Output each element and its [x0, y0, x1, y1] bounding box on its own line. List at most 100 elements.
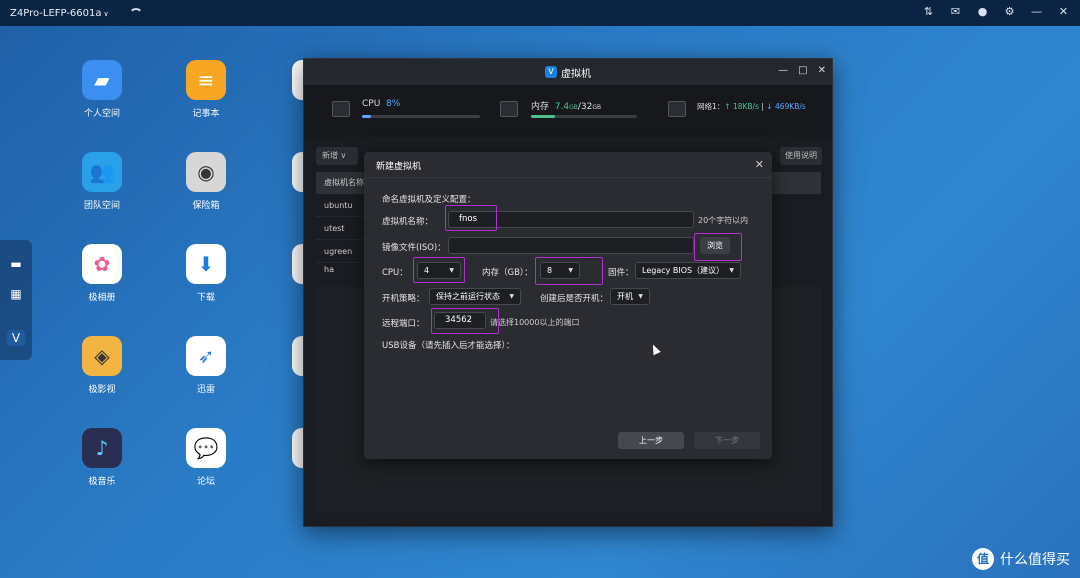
close-icon[interactable]: ✕	[755, 158, 764, 171]
app-xunlei[interactable]: ➶ 迅雷	[171, 336, 241, 395]
chevron-down-icon: ▼	[568, 267, 573, 274]
photos-icon: ✿	[82, 244, 122, 284]
vm-name-label: 虚拟机名称：	[382, 217, 434, 227]
brand-logo-icon: 值	[972, 548, 994, 570]
cpu-select-value: 4	[424, 266, 430, 275]
app-music[interactable]: ♪ 极音乐	[67, 428, 137, 487]
firmware-select-value: Legacy BIOS（建议）	[642, 266, 725, 275]
chevron-down-icon: ▼	[509, 293, 514, 300]
vm-list-row[interactable]: ugreen	[316, 240, 368, 263]
next-step-button[interactable]: 下一步	[694, 432, 760, 449]
grid-icon[interactable]: ▦	[7, 286, 25, 302]
vm-name-hint: 20个字符以内	[698, 216, 749, 225]
minimize-icon[interactable]: —	[778, 65, 788, 76]
app-personal-space[interactable]: ▰ 个人空间	[67, 60, 137, 119]
maximize-icon[interactable]: □	[798, 65, 807, 76]
app-label: 保险箱	[192, 201, 220, 211]
notepad-icon: ≡	[186, 60, 226, 100]
drive-icon[interactable]: ▬	[7, 256, 25, 272]
autostart-label: 创建后是否开机：	[540, 294, 609, 304]
gear-icon[interactable]: ⚙	[1003, 5, 1016, 18]
cpu-usage-bar	[362, 115, 480, 118]
iso-path-input[interactable]	[448, 237, 694, 254]
app-label: 迅雷	[196, 385, 215, 395]
dialog-header: 新建虚拟机 ✕	[364, 152, 772, 178]
vm-list-row[interactable]: utest	[316, 217, 368, 240]
help-button[interactable]: 使用说明	[780, 147, 822, 165]
app-notepad[interactable]: ≡ 记事本	[171, 60, 241, 119]
cpu-chip-icon	[332, 101, 350, 117]
mem-total: 32	[580, 102, 593, 112]
vm-list-row[interactable]: ubuntu	[316, 194, 368, 217]
vm-dock-icon[interactable]: V	[7, 330, 25, 346]
sort-icon[interactable]: ⇅	[922, 5, 935, 18]
port-input[interactable]: 34562	[434, 312, 486, 329]
boot-policy-select[interactable]: 保持之前运行状态 ▼	[429, 288, 521, 305]
resource-stats: CPU 8% 内存 7.4GB/32GB 网络1：↑ 18KB/s | ↓ 46…	[304, 85, 832, 137]
mem-used-unit: GB	[569, 104, 578, 111]
cpu-label: CPU	[362, 99, 381, 109]
net-download: ↓ 469KB/s	[766, 102, 806, 111]
mail-icon[interactable]: ✉	[949, 5, 962, 18]
new-vm-dialog: 新建虚拟机 ✕ 命名虚拟机及定义配置： 虚拟机名称： fnos 20个字符以内 …	[364, 152, 772, 459]
memory-select-value: 8	[547, 266, 553, 275]
vm-window-titlebar[interactable]: V 虚拟机 — □ ✕	[304, 59, 832, 85]
vm-logo-icon: V	[545, 66, 557, 78]
boot-policy-value: 保持之前运行状态	[436, 292, 500, 301]
download-icon: ⬇	[186, 244, 226, 284]
folder-icon: ▰	[82, 60, 122, 100]
mem-usage-bar	[531, 115, 637, 118]
cpu-label: CPU：	[382, 268, 408, 278]
autostart-select[interactable]: 开机 ▼	[610, 288, 650, 305]
forum-icon: 💬	[186, 428, 226, 468]
section-label: 命名虚拟机及定义配置：	[382, 195, 476, 205]
team-folder-icon: 👥	[82, 152, 122, 192]
user-icon[interactable]: ●	[976, 5, 989, 18]
app-download[interactable]: ⬇ 下载	[171, 244, 241, 303]
brand-text: 什么值得买	[1000, 552, 1070, 568]
mem-usage-fill	[531, 115, 556, 118]
port-hint: 请选择10000以上的端口	[490, 318, 580, 327]
memory-select[interactable]: 8 ▼	[540, 262, 580, 279]
close-icon[interactable]: ✕	[818, 65, 826, 76]
app-label: 团队空间	[83, 201, 120, 211]
app-team-space[interactable]: 👥 团队空间	[67, 152, 137, 211]
brand-watermark: 值 什么值得买	[972, 548, 1070, 570]
net-upload: ↑ 18KB/s	[724, 102, 759, 111]
chevron-down-icon: ∨	[340, 151, 347, 160]
app-label: 极影视	[88, 385, 116, 395]
app-photos[interactable]: ✿ 极相册	[67, 244, 137, 303]
app-label: 极音乐	[88, 477, 116, 487]
app-label: 个人空间	[83, 109, 120, 119]
usb-label: USB设备（请先插入后才能选择）：	[382, 341, 515, 351]
minimize-icon[interactable]: —	[1030, 5, 1043, 18]
app-forum[interactable]: 💬 论坛	[171, 428, 241, 487]
dialog-title: 新建虚拟机	[376, 162, 422, 172]
device-selector[interactable]: Z4Pro-LEFP-6601a ∨	[10, 8, 109, 19]
app-video[interactable]: ◈ 极影视	[67, 336, 137, 395]
memory-chip-icon	[500, 101, 518, 117]
vm-name-input[interactable]: fnos	[448, 211, 694, 228]
video-icon: ◈	[82, 336, 122, 376]
cpu-select[interactable]: 4 ▼	[417, 262, 461, 279]
close-icon[interactable]: ✕	[1057, 5, 1070, 18]
browse-button[interactable]: 浏览	[700, 237, 730, 254]
xunlei-icon: ➶	[186, 336, 226, 376]
mem-total-unit: GB	[592, 104, 602, 111]
new-label: 新增	[322, 151, 338, 160]
app-safe[interactable]: ◉ 保险箱	[171, 152, 241, 211]
iso-label: 镜像文件(ISO)：	[382, 243, 446, 253]
chevron-down-icon: ▼	[729, 267, 734, 274]
prev-step-button[interactable]: 上一步	[618, 432, 684, 449]
list-header-right	[771, 172, 821, 194]
device-name: Z4Pro-LEFP-6601a	[10, 7, 102, 19]
port-label: 远程端口：	[382, 319, 425, 329]
vm-window-title: 虚拟机	[561, 68, 591, 80]
firmware-select[interactable]: Legacy BIOS（建议） ▼	[635, 262, 741, 279]
top-bar: Z4Pro-LEFP-6601a ∨ ⇅ ✉ ● ⚙ — ✕	[0, 0, 1080, 26]
vm-list-row[interactable]: ha	[316, 263, 368, 277]
boot-policy-label: 开机策略：	[382, 294, 425, 304]
vm-list-header: 虚拟机名称	[316, 172, 368, 194]
new-vm-dropdown[interactable]: 新增 ∨	[316, 147, 358, 165]
chevron-down-icon: ▼	[638, 293, 643, 300]
